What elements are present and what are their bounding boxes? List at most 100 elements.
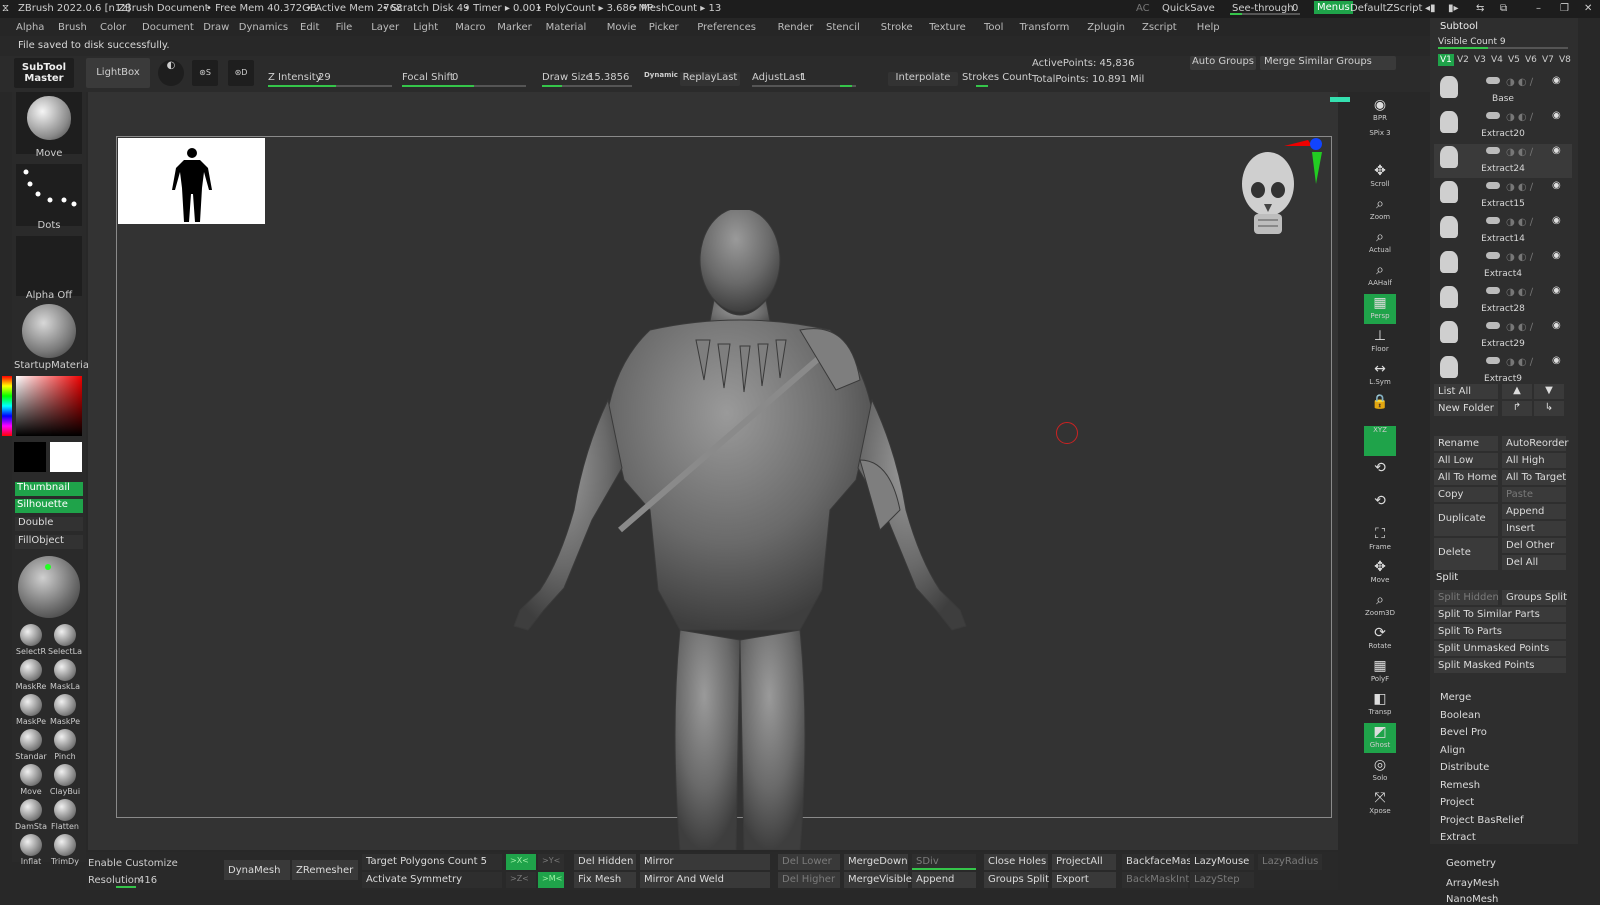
new-folder-button[interactable]: New Folder — [1434, 401, 1498, 416]
lazy-mouse-toggle[interactable]: LazyMouse — [1190, 854, 1254, 870]
shelf-ghost-button[interactable]: ◩ Ghost — [1364, 723, 1396, 753]
version-v6-tab[interactable]: V6 — [1523, 54, 1539, 66]
shelf-aahalf-button[interactable]: ⌕ AAHalf — [1364, 261, 1396, 291]
groups-split-button[interactable]: Groups Split — [984, 872, 1049, 888]
symmetry-m-toggle[interactable]: >M< — [538, 872, 564, 888]
subtool-toggle-icon[interactable] — [1486, 252, 1500, 259]
bevel-pro-section[interactable]: Bevel Pro — [1440, 727, 1487, 738]
brush-flatten-button[interactable]: Flatten — [48, 799, 82, 831]
merge-visible-button[interactable]: MergeVisible — [844, 872, 912, 888]
shelf-polyf-button[interactable]: ▦ PolyF — [1364, 657, 1396, 687]
menu-render[interactable]: Render — [778, 22, 814, 33]
see-through-slider[interactable] — [1230, 13, 1300, 15]
subtool-item[interactable]: ◑ ◐ ∕ ◉ Base — [1434, 74, 1572, 108]
double-toggle[interactable]: Double — [15, 517, 83, 531]
visibility-eye-icon[interactable]: ◉ — [1552, 110, 1561, 121]
visibility-eye-icon[interactable]: ◉ — [1552, 145, 1561, 156]
menu-alpha[interactable]: Alpha — [16, 22, 44, 33]
visible-count-slider[interactable]: Visible Count 9 — [1438, 36, 1572, 49]
move-down-icon[interactable]: ↳ — [1534, 401, 1564, 416]
array-mesh-palette[interactable]: ArrayMesh — [1446, 878, 1499, 889]
visibility-eye-icon[interactable]: ◉ — [1552, 215, 1561, 226]
subtool-item[interactable]: ◑ ◐ ∕ ◉ Extract29 — [1434, 319, 1572, 353]
remesh-section[interactable]: Remesh — [1440, 780, 1480, 791]
draw-size-label[interactable]: Draw Size — [542, 72, 592, 83]
symmetry-s-icon[interactable]: ⊛S — [192, 60, 218, 86]
append-button[interactable]: Append — [1502, 504, 1566, 519]
merge-similar-groups-button[interactable]: Merge Similar Groups — [1260, 56, 1396, 70]
shelf-scroll-button[interactable]: ✥ Scroll — [1364, 162, 1396, 192]
close-holes-button[interactable]: Close Holes — [984, 854, 1048, 870]
shelf-icon12-button[interactable]: ⟲ — [1364, 492, 1396, 522]
rename-button[interactable]: Rename — [1434, 436, 1498, 451]
subtool-polypaint-icon[interactable]: ◑ ◐ ∕ — [1506, 287, 1533, 298]
menu-document[interactable]: Document — [142, 22, 194, 33]
subtool-master-button[interactable]: SubTool Master — [14, 58, 74, 88]
brush-maskre-button[interactable]: MaskRe — [14, 659, 48, 691]
visibility-eye-icon[interactable]: ◉ — [1552, 75, 1561, 86]
menu-texture[interactable]: Texture — [929, 22, 966, 33]
adjust-last-value[interactable]: 1 — [800, 72, 806, 83]
subtool-polypaint-icon[interactable]: ◑ ◐ ∕ — [1506, 147, 1533, 158]
version-selector[interactable]: V1 V2 V3 V4 V5 V6 V7 V8 — [1438, 54, 1574, 68]
align-section[interactable]: Align — [1440, 745, 1465, 756]
dynamesh-button[interactable]: DynaMesh — [224, 860, 290, 880]
visibility-eye-icon[interactable]: ◉ — [1552, 285, 1561, 296]
shelf-frame-button[interactable]: ⛶ Frame — [1364, 525, 1396, 555]
menus-toggle[interactable]: Menus — [1314, 1, 1353, 14]
project-all-button[interactable]: ProjectAll — [1052, 854, 1116, 870]
brush-selectla-button[interactable]: SelectLa — [48, 624, 82, 656]
menu-light[interactable]: Light — [413, 22, 438, 33]
subtool-item[interactable]: ◑ ◐ ∕ ◉ Extract14 — [1434, 214, 1572, 248]
merge-down-button[interactable]: MergeDown — [844, 854, 908, 870]
subtool-toggle-icon[interactable] — [1486, 217, 1500, 224]
backface-mask-toggle[interactable]: BackfaceMask — [1122, 854, 1197, 870]
subtool-polypaint-icon[interactable]: ◑ ◐ ∕ — [1506, 77, 1533, 88]
arrow-up-icon[interactable]: ▲ — [1502, 384, 1532, 399]
thumbnail-toggle[interactable]: Thumbnail — [15, 482, 83, 496]
split-to-parts-button[interactable]: Split To Parts — [1434, 624, 1566, 639]
menu-zscript[interactable]: Zscript — [1142, 22, 1177, 33]
shelf-xpose-button[interactable]: ⤧ Xpose — [1364, 789, 1396, 819]
subtool-polypaint-icon[interactable]: ◑ ◐ ∕ — [1506, 252, 1533, 263]
shelf-persp-button[interactable]: ▦ Persp — [1364, 294, 1396, 324]
version-v5-tab[interactable]: V5 — [1506, 54, 1522, 66]
shelf-rotate-button[interactable]: ⟳ Rotate — [1364, 624, 1396, 654]
all-low-button[interactable]: All Low — [1434, 453, 1498, 468]
symmetry-y-toggle[interactable]: >Y< — [538, 854, 564, 870]
visibility-eye-icon[interactable]: ◉ — [1552, 355, 1561, 366]
subtool-toggle-icon[interactable] — [1486, 112, 1500, 119]
subtool-polypaint-icon[interactable]: ◑ ◐ ∕ — [1506, 357, 1533, 368]
visibility-eye-icon[interactable]: ◉ — [1552, 250, 1561, 261]
brush-damsta-button[interactable]: DamSta — [14, 799, 48, 831]
interpolate-toggle[interactable]: Interpolate — [888, 72, 958, 86]
shelf-solo-button[interactable]: ◎ Solo — [1364, 756, 1396, 786]
navigation-sphere[interactable] — [18, 556, 80, 618]
all-to-target-button[interactable]: All To Target — [1502, 470, 1566, 485]
target-polygons-count[interactable]: Target Polygons Count 5 — [362, 854, 502, 870]
append-button[interactable]: Append — [912, 872, 976, 888]
shelf-move-button[interactable]: ✥ Move — [1364, 558, 1396, 588]
subtool-item[interactable]: ◑ ◐ ∕ ◉ Extract20 — [1434, 109, 1572, 143]
shelf-lsym-button[interactable]: ↔ L.Sym — [1364, 360, 1396, 390]
all-high-button[interactable]: All High — [1502, 453, 1566, 468]
restore-icon[interactable]: ❐ — [1560, 3, 1569, 14]
shelf-spix3-button[interactable]: SPix 3 — [1364, 129, 1396, 159]
split-similar-parts-button[interactable]: Split To Similar Parts — [1434, 607, 1566, 622]
menu-brush[interactable]: Brush — [58, 22, 87, 33]
edit-mode-icon[interactable]: ◐ — [158, 60, 184, 86]
menu-transform[interactable]: Transform — [1020, 22, 1070, 33]
dynamic-toggle[interactable]: Dynamic — [644, 71, 678, 79]
paste-button[interactable]: Paste — [1502, 487, 1566, 502]
shelf-actual-button[interactable]: ⌕ Actual — [1364, 228, 1396, 258]
subtool-polypaint-icon[interactable]: ◑ ◐ ∕ — [1506, 217, 1533, 228]
symmetry-z-toggle[interactable]: >Z< — [506, 872, 536, 888]
replay-last-button[interactable]: ReplayLast — [680, 72, 740, 86]
close-icon[interactable]: ✕ — [1584, 3, 1592, 14]
menu-movie[interactable]: Movie — [607, 22, 637, 33]
layout-right-icon[interactable]: ▮▸ — [1448, 3, 1459, 14]
menu-file[interactable]: File — [336, 22, 353, 33]
distribute-section[interactable]: Distribute — [1440, 762, 1489, 773]
subtool-toggle-icon[interactable] — [1486, 287, 1500, 294]
shelf-bpr-button[interactable]: ◉ BPR — [1364, 96, 1396, 126]
